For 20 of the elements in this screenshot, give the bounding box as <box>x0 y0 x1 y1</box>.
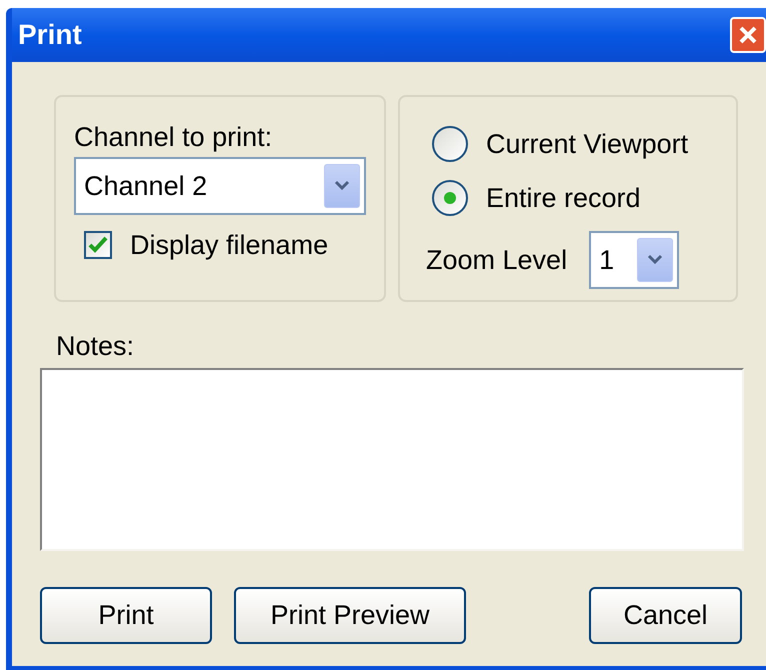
window-title: Print <box>17 18 82 52</box>
channel-dropdown[interactable]: Channel 2 <box>74 157 366 215</box>
checkbox[interactable] <box>84 231 112 260</box>
radio-label: Entire record <box>486 182 641 215</box>
close-icon <box>737 24 759 46</box>
dialog-button[interactable]: Cancel <box>589 587 742 644</box>
zoom-label: Zoom Level <box>426 244 568 277</box>
dialog-button[interactable]: Print Preview <box>234 587 466 644</box>
notes-label: Notes: <box>55 330 136 362</box>
dialog-button[interactable]: Print <box>40 587 212 644</box>
zoom-value: 1 <box>599 244 614 277</box>
close-button[interactable] <box>730 17 766 53</box>
radio-button[interactable] <box>432 126 468 162</box>
radio-label: Current Viewport <box>486 128 688 161</box>
zoom-dropdown[interactable]: 1 <box>589 231 680 289</box>
radio-button[interactable] <box>432 180 468 216</box>
notes-field[interactable] <box>40 368 744 551</box>
checkbox-label: Display filename <box>130 229 328 262</box>
channel-value: Channel 2 <box>84 170 208 203</box>
channel-label: Channel to print: <box>74 121 274 153</box>
